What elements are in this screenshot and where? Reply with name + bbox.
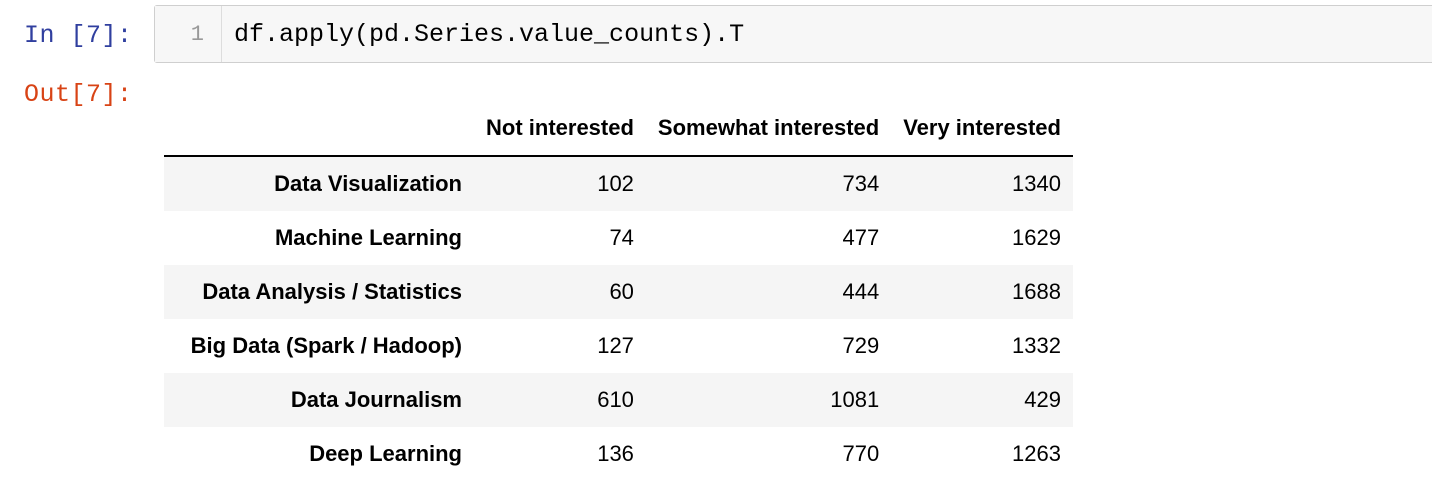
table-row: Deep Learning 136 770 1263 [164, 427, 1073, 481]
table-header-row: Not interested Somewhat interested Very … [164, 101, 1073, 157]
column-header: Not interested [474, 101, 646, 157]
table-row: Data Visualization 102 734 1340 [164, 156, 1073, 211]
input-prompt: In [7]: [24, 21, 133, 50]
dataframe-table: Not interested Somewhat interested Very … [164, 101, 1073, 481]
row-index-label: Deep Learning [309, 441, 462, 466]
code-cell-input[interactable]: 1 df.apply(pd.Series.value_counts).T [154, 5, 1432, 63]
table-cell: 1332 [1012, 333, 1061, 358]
table-cell: 444 [842, 279, 880, 304]
table-row: Big Data (Spark / Hadoop) 127 729 1332 [164, 319, 1073, 373]
row-index-label: Data Visualization [274, 171, 462, 196]
table-cell: 734 [842, 171, 880, 196]
line-number-gutter: 1 [155, 6, 222, 62]
table-cell: 1629 [1012, 225, 1061, 250]
output-area: Not interested Somewhat interested Very … [164, 101, 1073, 481]
table-cell: 136 [597, 441, 634, 466]
table-row: Machine Learning 74 477 1629 [164, 211, 1073, 265]
notebook-page: In [7]: 1 df.apply(pd.Series.value_count… [0, 0, 1432, 498]
table-cell: 60 [609, 279, 634, 304]
table-cell: 127 [597, 333, 634, 358]
table-cell: 729 [842, 333, 880, 358]
row-index-label: Data Analysis / Statistics [202, 279, 462, 304]
table-cell: 74 [609, 225, 634, 250]
table-cell: 429 [1024, 387, 1061, 412]
table-cell: 102 [597, 171, 634, 196]
index-header-corner [164, 101, 474, 157]
code-line[interactable]: df.apply(pd.Series.value_counts).T [234, 20, 744, 50]
line-number: 1 [190, 22, 204, 47]
row-index-label: Big Data (Spark / Hadoop) [190, 333, 462, 358]
output-prompt: Out[7]: [24, 80, 133, 109]
table-cell: 610 [597, 387, 634, 412]
table-cell: 1081 [830, 387, 880, 412]
table-cell: 1688 [1012, 279, 1061, 304]
row-index-label: Data Journalism [290, 387, 462, 412]
table-row: Data Journalism 610 1081 429 [164, 373, 1073, 427]
row-index-label: Machine Learning [274, 225, 462, 250]
table-cell: 1263 [1012, 441, 1061, 466]
table-cell: 1340 [1012, 171, 1061, 196]
table-row: Data Analysis / Statistics 60 444 1688 [164, 265, 1073, 319]
table-cell: 770 [842, 441, 880, 466]
column-header: Very interested [891, 101, 1073, 157]
table-cell: 477 [842, 225, 880, 250]
column-header: Somewhat interested [645, 101, 892, 157]
